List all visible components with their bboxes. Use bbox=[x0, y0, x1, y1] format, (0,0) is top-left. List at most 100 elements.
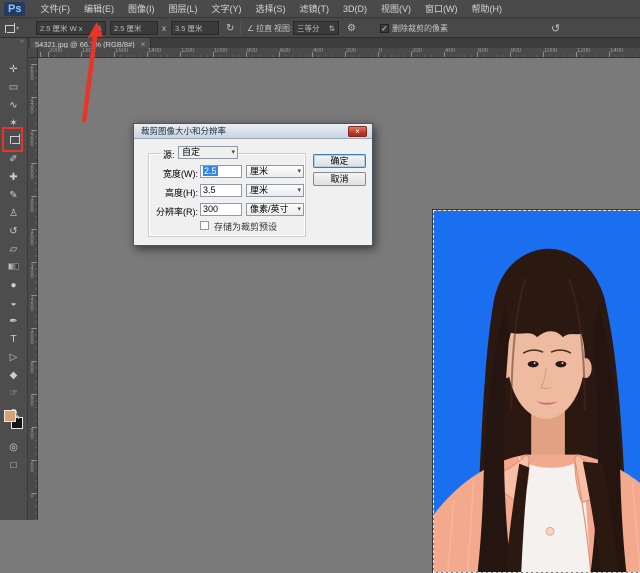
source-label: 源: bbox=[161, 148, 177, 161]
dialog-close-button[interactable]: × bbox=[348, 126, 367, 137]
menu-item-layer[interactable]: 图层(L) bbox=[161, 0, 204, 18]
horizontal-ruler: 2000180016001400120010008006004002000200… bbox=[38, 48, 640, 58]
cancel-button[interactable]: 取消 bbox=[313, 172, 366, 186]
height-unit-dropdown[interactable]: 厘米 bbox=[246, 184, 304, 197]
chevron-down-icon: ▾ bbox=[16, 25, 19, 32]
resolution-value: 300 bbox=[203, 204, 218, 214]
crop-width-value: 2.5 厘米 bbox=[114, 23, 142, 34]
menu-item-3d[interactable]: 3D(D) bbox=[336, 0, 374, 18]
ruler-label: 1400 bbox=[29, 262, 35, 278]
menu-item-edit[interactable]: 编辑(E) bbox=[77, 0, 121, 18]
ok-button[interactable]: 确定 bbox=[313, 154, 366, 168]
rotate-crop-button[interactable]: ↻ bbox=[226, 18, 234, 38]
ruler-label: 800 bbox=[29, 361, 35, 373]
menu-item-window[interactable]: 窗口(W) bbox=[418, 0, 465, 18]
width-unit-dropdown[interactable]: 厘米 bbox=[246, 165, 304, 178]
photoshop-logo: Ps bbox=[4, 2, 25, 16]
custom-shape-tool[interactable]: ◆ bbox=[0, 368, 27, 384]
ruler-label: 1600 bbox=[29, 229, 35, 245]
ruler-label: 1200 bbox=[181, 48, 194, 54]
menu-item-help[interactable]: 帮助(H) bbox=[464, 0, 509, 18]
history-brush-tool[interactable]: ↺ bbox=[0, 224, 27, 240]
clone-stamp-tool[interactable]: ♙ bbox=[0, 206, 27, 222]
width-input[interactable]: 2.5 bbox=[200, 165, 242, 178]
updown-arrows-icon: ⇅ bbox=[329, 24, 335, 33]
checkbox-checked-icon: ✓ bbox=[380, 24, 389, 33]
dodge-tool[interactable]: ◒ bbox=[0, 296, 27, 312]
ruler-label: 400 bbox=[445, 48, 455, 54]
ruler-label: 400 bbox=[29, 427, 35, 439]
path-select-tool[interactable]: ▷ bbox=[0, 350, 27, 366]
ruler-label: 0 bbox=[379, 48, 382, 54]
menu-item-type[interactable]: 文字(Y) bbox=[204, 0, 248, 18]
tools-panel: » ✛▭∿✶✐✚✎♙↺▱●◒✒T▷◆☞◎□ bbox=[0, 38, 28, 520]
ruler-label: 1000 bbox=[214, 48, 227, 54]
straighten-button[interactable]: ∠ 拉直 bbox=[247, 18, 272, 38]
ruler-label: 2600 bbox=[29, 64, 35, 80]
save-preset-label: 存储为裁剪预设 bbox=[214, 220, 277, 233]
eyedropper-tool[interactable]: ✐ bbox=[0, 152, 27, 168]
menu-item-file[interactable]: 文件(F) bbox=[33, 0, 77, 18]
dimension-separator: x bbox=[162, 18, 166, 38]
height-unit: 厘米 bbox=[250, 185, 268, 195]
rect-marquee-tool[interactable]: ▭ bbox=[0, 80, 27, 96]
screen-mode-button[interactable]: □ bbox=[0, 458, 27, 474]
photo-crop-region[interactable] bbox=[433, 210, 640, 573]
ruler-label: 2200 bbox=[29, 130, 35, 146]
dialog-title[interactable]: 裁剪图像大小和分辨率 bbox=[134, 124, 372, 139]
menu-item-image[interactable]: 图像(I) bbox=[121, 0, 162, 18]
straighten-label: 拉直 bbox=[256, 23, 272, 34]
blur-tool[interactable]: ● bbox=[0, 278, 27, 294]
move-tool[interactable]: ✛ bbox=[0, 62, 27, 78]
resolution-unit: 像素/英寸 bbox=[250, 204, 289, 214]
ruler-label: 2400 bbox=[29, 97, 35, 113]
healing-brush-tool[interactable]: ✚ bbox=[0, 170, 27, 186]
brush-tool[interactable]: ✎ bbox=[0, 188, 27, 204]
view-overlay-value: 三等分 bbox=[297, 23, 320, 34]
reset-tool-button[interactable]: ↺ bbox=[551, 18, 560, 38]
resolution-label: 分辨率(R): bbox=[148, 205, 198, 218]
crop-height-input[interactable]: 3.5 厘米 bbox=[171, 21, 219, 35]
source-dropdown[interactable]: 自定 bbox=[178, 146, 238, 159]
height-value: 3.5 bbox=[203, 185, 216, 195]
menu-item-filter[interactable]: 滤镜(T) bbox=[292, 0, 336, 18]
ruler-label: 800 bbox=[247, 48, 257, 54]
menu-item-select[interactable]: 选择(S) bbox=[248, 0, 292, 18]
view-label: 视图: bbox=[274, 18, 292, 38]
crop-tool-button[interactable]: ▾ bbox=[4, 18, 19, 38]
lasso-tool[interactable]: ∿ bbox=[0, 98, 27, 114]
crop-settings-button[interactable]: ⚙ bbox=[347, 18, 356, 38]
menu-items: 文件(F)编辑(E)图像(I)图层(L)文字(Y)选择(S)滤镜(T)3D(D)… bbox=[33, 0, 509, 18]
quick-mask-button[interactable]: ◎ bbox=[0, 440, 27, 456]
foreground-color-swatch[interactable] bbox=[4, 410, 16, 422]
ruler-label: 2000 bbox=[29, 163, 35, 179]
ruler-label: 2000 bbox=[49, 48, 62, 54]
delete-cropped-pixels-label: 删除裁剪的像素 bbox=[392, 23, 448, 34]
ruler-label: 1600 bbox=[115, 48, 128, 54]
height-input[interactable]: 3.5 bbox=[200, 184, 242, 197]
gradient-tool[interactable] bbox=[0, 260, 27, 276]
ruler-label: 600 bbox=[29, 394, 35, 406]
vertical-ruler: 2600240022002000180016001400120010008006… bbox=[28, 58, 38, 520]
panel-collapse-icon[interactable]: » bbox=[0, 38, 27, 48]
crop-width-input[interactable]: 2.5 厘米 bbox=[110, 21, 158, 35]
eraser-tool[interactable]: ▱ bbox=[0, 242, 27, 258]
ruler-label: 600 bbox=[478, 48, 488, 54]
resolution-input[interactable]: 300 bbox=[200, 203, 242, 216]
rotate-icon: ↻ bbox=[226, 23, 234, 34]
menu-item-view[interactable]: 视图(V) bbox=[374, 0, 418, 18]
type-tool[interactable]: T bbox=[0, 332, 27, 348]
pen-tool[interactable]: ✒ bbox=[0, 314, 27, 330]
view-overlay-dropdown[interactable]: 三等分 ⇅ bbox=[293, 21, 339, 35]
hand-tool[interactable]: ☞ bbox=[0, 386, 27, 402]
ruler-corner bbox=[28, 48, 38, 58]
ruler-label: 200 bbox=[412, 48, 422, 54]
ruler-label: 400 bbox=[313, 48, 323, 54]
delete-cropped-pixels-checkbox[interactable]: ✓ 删除裁剪的像素 bbox=[380, 18, 448, 38]
id-photo bbox=[434, 211, 640, 572]
crop-icon bbox=[4, 23, 14, 33]
save-preset-checkbox[interactable] bbox=[200, 221, 209, 230]
resolution-unit-dropdown[interactable]: 像素/英寸 bbox=[246, 203, 304, 216]
straighten-icon: ∠ bbox=[247, 24, 254, 33]
reset-icon: ↺ bbox=[551, 22, 560, 35]
